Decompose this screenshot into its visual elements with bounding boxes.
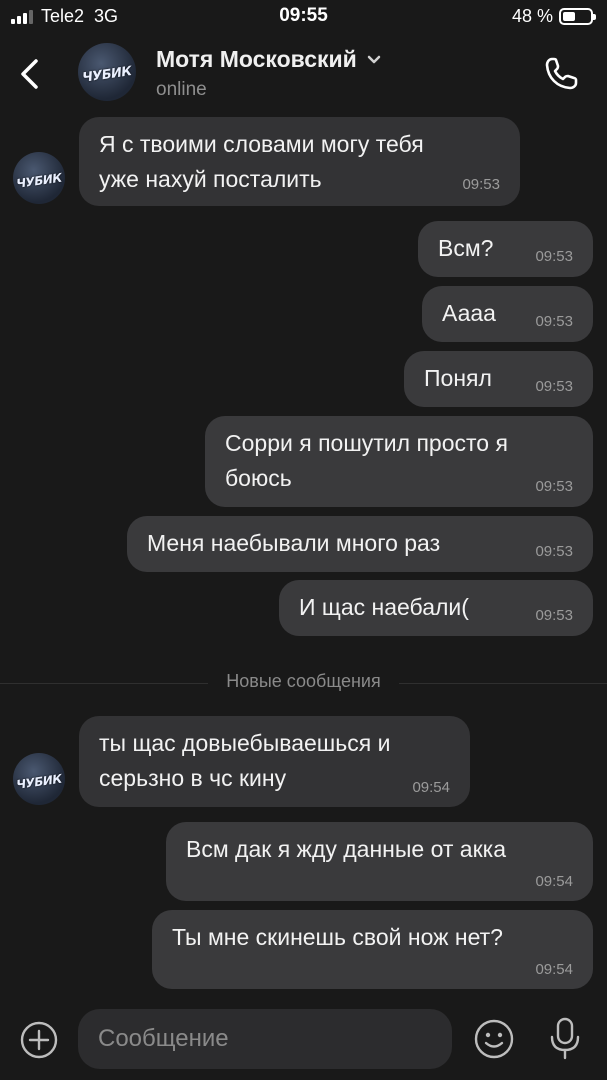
avatar-text: ЧУБИК bbox=[15, 170, 63, 191]
message-line: ты щас довыебываешься и bbox=[99, 730, 391, 756]
plus-circle-icon[interactable] bbox=[19, 1020, 59, 1060]
battery-percent: 48 % bbox=[511, 6, 553, 26]
message-time: 09:53 bbox=[535, 478, 573, 495]
contact-name-text: Мотя Московский bbox=[156, 46, 357, 72]
message-bubble-outgoing[interactable]: Меня наебывали много раз 09:53 bbox=[127, 516, 593, 572]
message-line: Всм дак я жду данные от акка bbox=[186, 836, 507, 862]
message-line: Меня наебывали много раз bbox=[147, 530, 441, 556]
battery-fill bbox=[563, 12, 576, 21]
contact-name[interactable]: Мотя Московский bbox=[156, 46, 381, 73]
emoji-icon[interactable] bbox=[473, 1018, 515, 1060]
message-bubble-outgoing[interactable]: Понял 09:53 bbox=[404, 351, 593, 407]
message-line: Ты мне скинешь свой нож нет? bbox=[172, 924, 503, 950]
message-line: И щас наебали( bbox=[299, 594, 469, 620]
chevron-down-icon bbox=[367, 55, 381, 63]
sender-avatar[interactable]: ЧУБИК bbox=[13, 753, 65, 805]
message-input[interactable] bbox=[78, 1009, 452, 1069]
status-right: 48 % bbox=[511, 6, 596, 27]
message-bubble-outgoing[interactable]: И щас наебали( 09:53 bbox=[279, 580, 593, 636]
avatar-text: ЧУБИК bbox=[81, 64, 133, 86]
message-time: 09:53 bbox=[535, 607, 573, 624]
message-time: 09:53 bbox=[535, 378, 573, 395]
message-bubble-outgoing[interactable]: Ты мне скинешь свой нож нет? 09:54 bbox=[152, 910, 593, 989]
message-bubble-outgoing[interactable]: Всм? 09:53 bbox=[418, 221, 593, 277]
phone-icon[interactable] bbox=[541, 54, 581, 94]
message-time: 09:53 bbox=[535, 543, 573, 560]
avatar-text: ЧУБИК bbox=[15, 771, 63, 792]
message-line: Я с твоими словами могу тебя bbox=[99, 131, 424, 157]
contact-avatar[interactable]: ЧУБИК bbox=[78, 43, 136, 101]
new-messages-label: Новые сообщения bbox=[0, 671, 607, 692]
message-bubble-incoming[interactable]: Я с твоими словами могу тебя уже нахуй п… bbox=[79, 117, 520, 206]
message-time: 09:54 bbox=[535, 961, 573, 978]
message-time: 09:54 bbox=[535, 873, 573, 890]
message-bubble-outgoing[interactable]: Сорри я пошутил просто я боюсь 09:53 bbox=[205, 416, 593, 507]
back-arrow-icon[interactable] bbox=[16, 54, 46, 94]
new-messages-text: Новые сообщения bbox=[208, 671, 399, 691]
contact-status: online bbox=[156, 79, 207, 100]
message-time: 09:53 bbox=[462, 176, 500, 193]
chat-header: ЧУБИК Мотя Московский online bbox=[0, 34, 607, 114]
message-line: уже нахуй посталить bbox=[99, 166, 322, 192]
message-line: серьзно в чс кину bbox=[99, 765, 287, 791]
status-bar: Tele2 3G 09:55 48 % bbox=[0, 0, 607, 34]
battery-icon bbox=[559, 8, 596, 25]
message-line: Сорри я пошутил просто я bbox=[225, 430, 508, 456]
sender-avatar[interactable]: ЧУБИК bbox=[13, 152, 65, 204]
message-time: 09:53 bbox=[535, 313, 573, 330]
composer-bar bbox=[0, 1000, 607, 1080]
microphone-icon[interactable] bbox=[546, 1016, 584, 1062]
message-bubble-incoming[interactable]: ты щас довыебываешься и серьзно в чс кин… bbox=[79, 716, 470, 807]
message-time: 09:53 bbox=[535, 248, 573, 265]
message-line: боюсь bbox=[225, 465, 292, 491]
message-bubble-outgoing[interactable]: Аааа 09:53 bbox=[422, 286, 593, 342]
message-bubble-outgoing[interactable]: Всм дак я жду данные от акка 09:54 bbox=[166, 822, 593, 901]
message-time: 09:54 bbox=[412, 779, 450, 796]
